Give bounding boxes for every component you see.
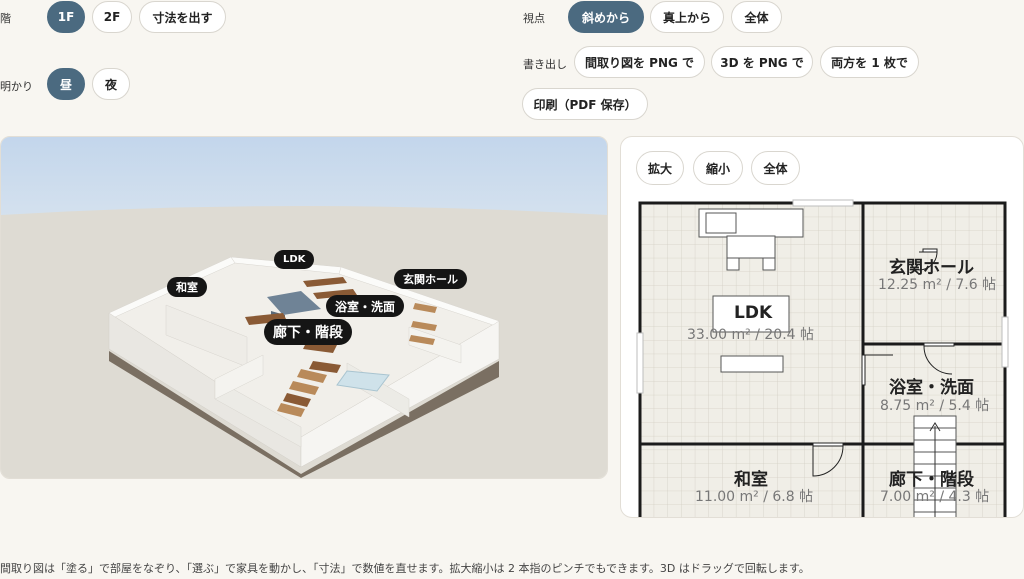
light-day-button[interactable]: 昼: [47, 68, 85, 100]
floor-2f-button[interactable]: 2F: [92, 1, 132, 33]
help-text: 間取り図は「塗る」で部屋をなぞり、「選ぶ」で家具を動かし、「寸法」で数値を直せま…: [0, 562, 810, 575]
view-label: 視点: [523, 12, 545, 25]
light-night-button[interactable]: 夜: [92, 68, 130, 100]
3d-tag-washitsu: 和室: [167, 277, 207, 297]
view-oblique-button[interactable]: 斜めから: [568, 1, 644, 33]
export-both-button[interactable]: 両方を 1 枚で: [820, 46, 919, 78]
export-plan-png-button[interactable]: 間取り図を PNG で: [574, 46, 705, 78]
3d-tag-rouka: 廊下・階段: [264, 319, 352, 345]
room-area-ldk: 33.00 m² / 20.4 帖: [687, 327, 815, 343]
light-label: 明かり: [0, 80, 33, 93]
floor-label: 階: [0, 12, 11, 25]
floor-plan-panel: 拡大 縮小 全体 LDK 33.00 m² / 20.4 帖 玄関ホール 12.…: [620, 136, 1024, 518]
room-area-rouka: 7.00 m² / 4.3 帖: [880, 489, 990, 505]
print-pdf-button[interactable]: 印刷（PDF 保存）: [522, 88, 648, 120]
floor-plan-canvas[interactable]: [621, 137, 1023, 517]
3d-tag-genkan: 玄関ホール: [394, 269, 467, 289]
view-top-button[interactable]: 真上から: [650, 1, 724, 33]
export-3d-png-button[interactable]: 3D を PNG で: [711, 46, 813, 78]
3d-tag-ldk: LDK: [274, 250, 315, 269]
3d-view[interactable]: LDK 和室 玄関ホール 浴室・洗面 廊下・階段: [0, 136, 608, 479]
view-all-button[interactable]: 全体: [731, 1, 782, 33]
room-name-ldk: LDK: [734, 303, 773, 323]
room-area-yokushitsu: 8.75 m² / 5.4 帖: [880, 398, 990, 414]
3d-scene: [1, 137, 607, 478]
show-dimensions-button[interactable]: 寸法を出す: [139, 1, 226, 33]
export-label: 書き出し: [523, 58, 567, 71]
room-area-washitsu: 11.00 m² / 6.8 帖: [695, 489, 814, 505]
floor-1f-button[interactable]: 1F: [47, 1, 85, 33]
3d-tag-yokushitsu: 浴室・洗面: [326, 295, 405, 317]
room-area-genkan: 12.25 m² / 7.6 帖: [878, 277, 997, 293]
